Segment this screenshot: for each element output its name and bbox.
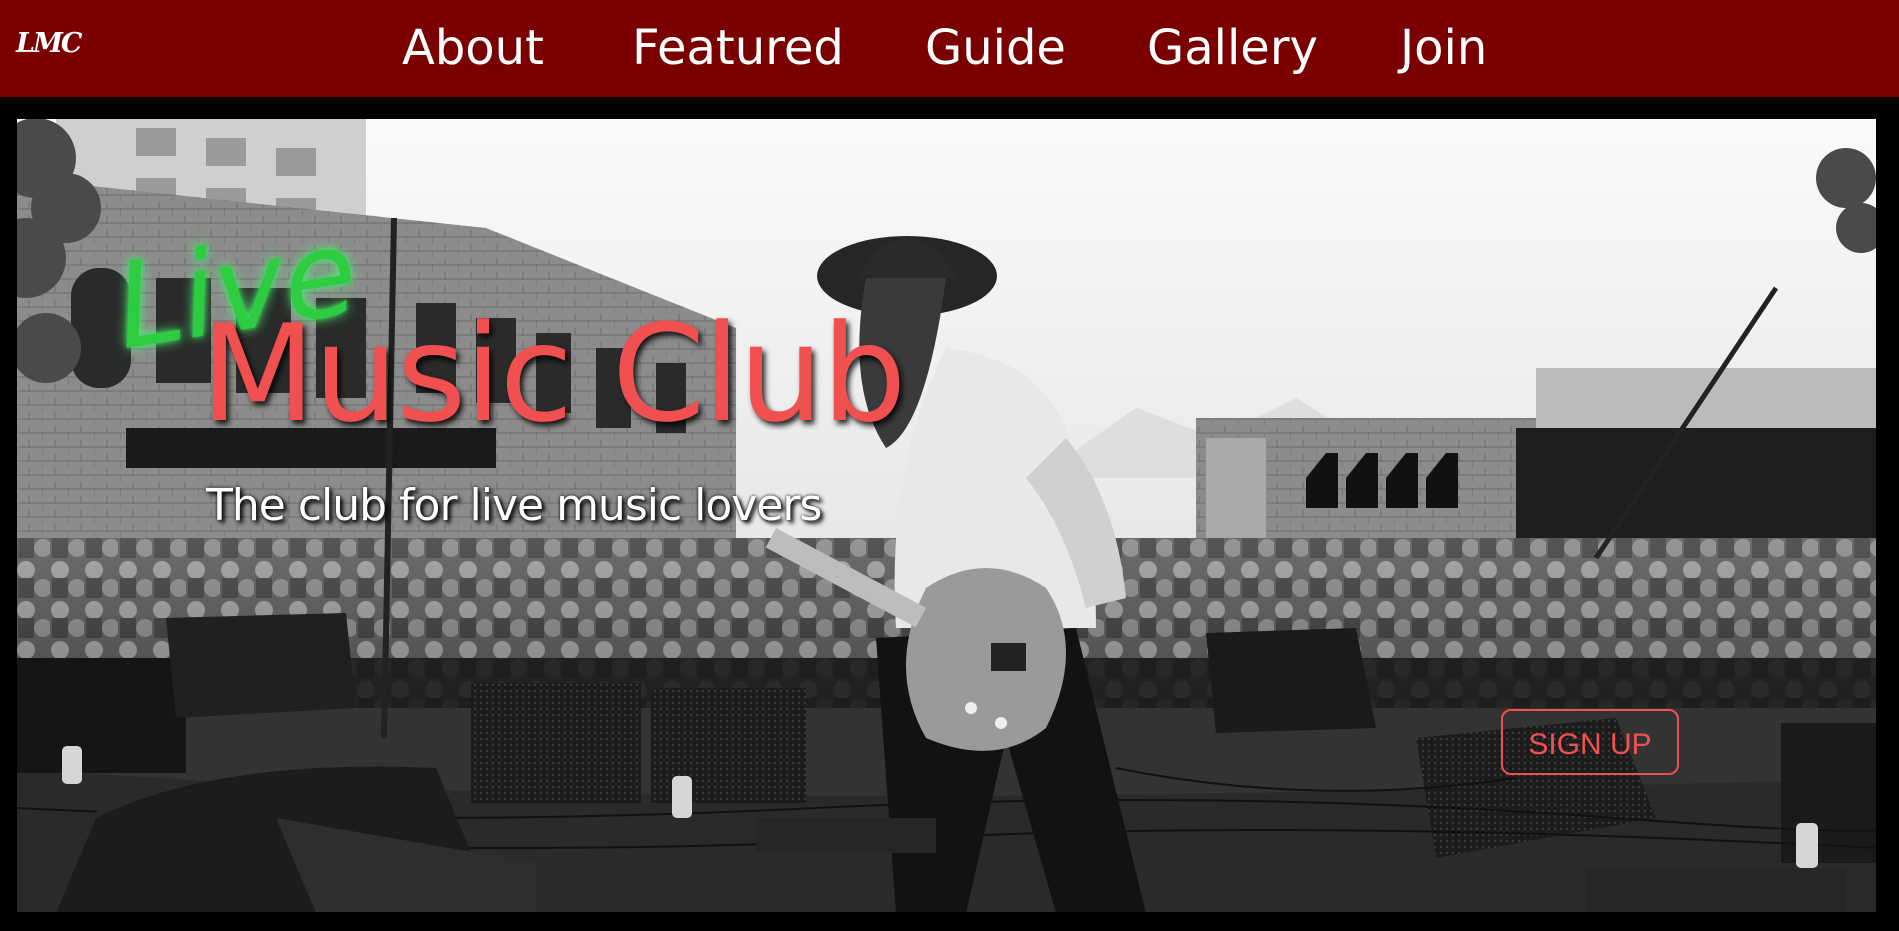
hero-banner: Live Music Club The club for live music … xyxy=(16,118,1877,913)
top-nav: LMC About Featured Guide Gallery Join xyxy=(0,0,1899,97)
nav-link-gallery[interactable]: Gallery xyxy=(1147,16,1318,80)
hero-tagline: The club for live music lovers xyxy=(206,480,822,531)
page-title: Music Club xyxy=(200,296,907,452)
nav-link-join[interactable]: Join xyxy=(1400,16,1487,80)
nav-link-about[interactable]: About xyxy=(402,16,544,80)
nav-link-featured[interactable]: Featured xyxy=(632,16,844,80)
site-logo[interactable]: LMC xyxy=(16,28,82,59)
nav-link-guide[interactable]: Guide xyxy=(925,16,1066,80)
sign-up-button[interactable]: SIGN UP xyxy=(1501,709,1679,775)
